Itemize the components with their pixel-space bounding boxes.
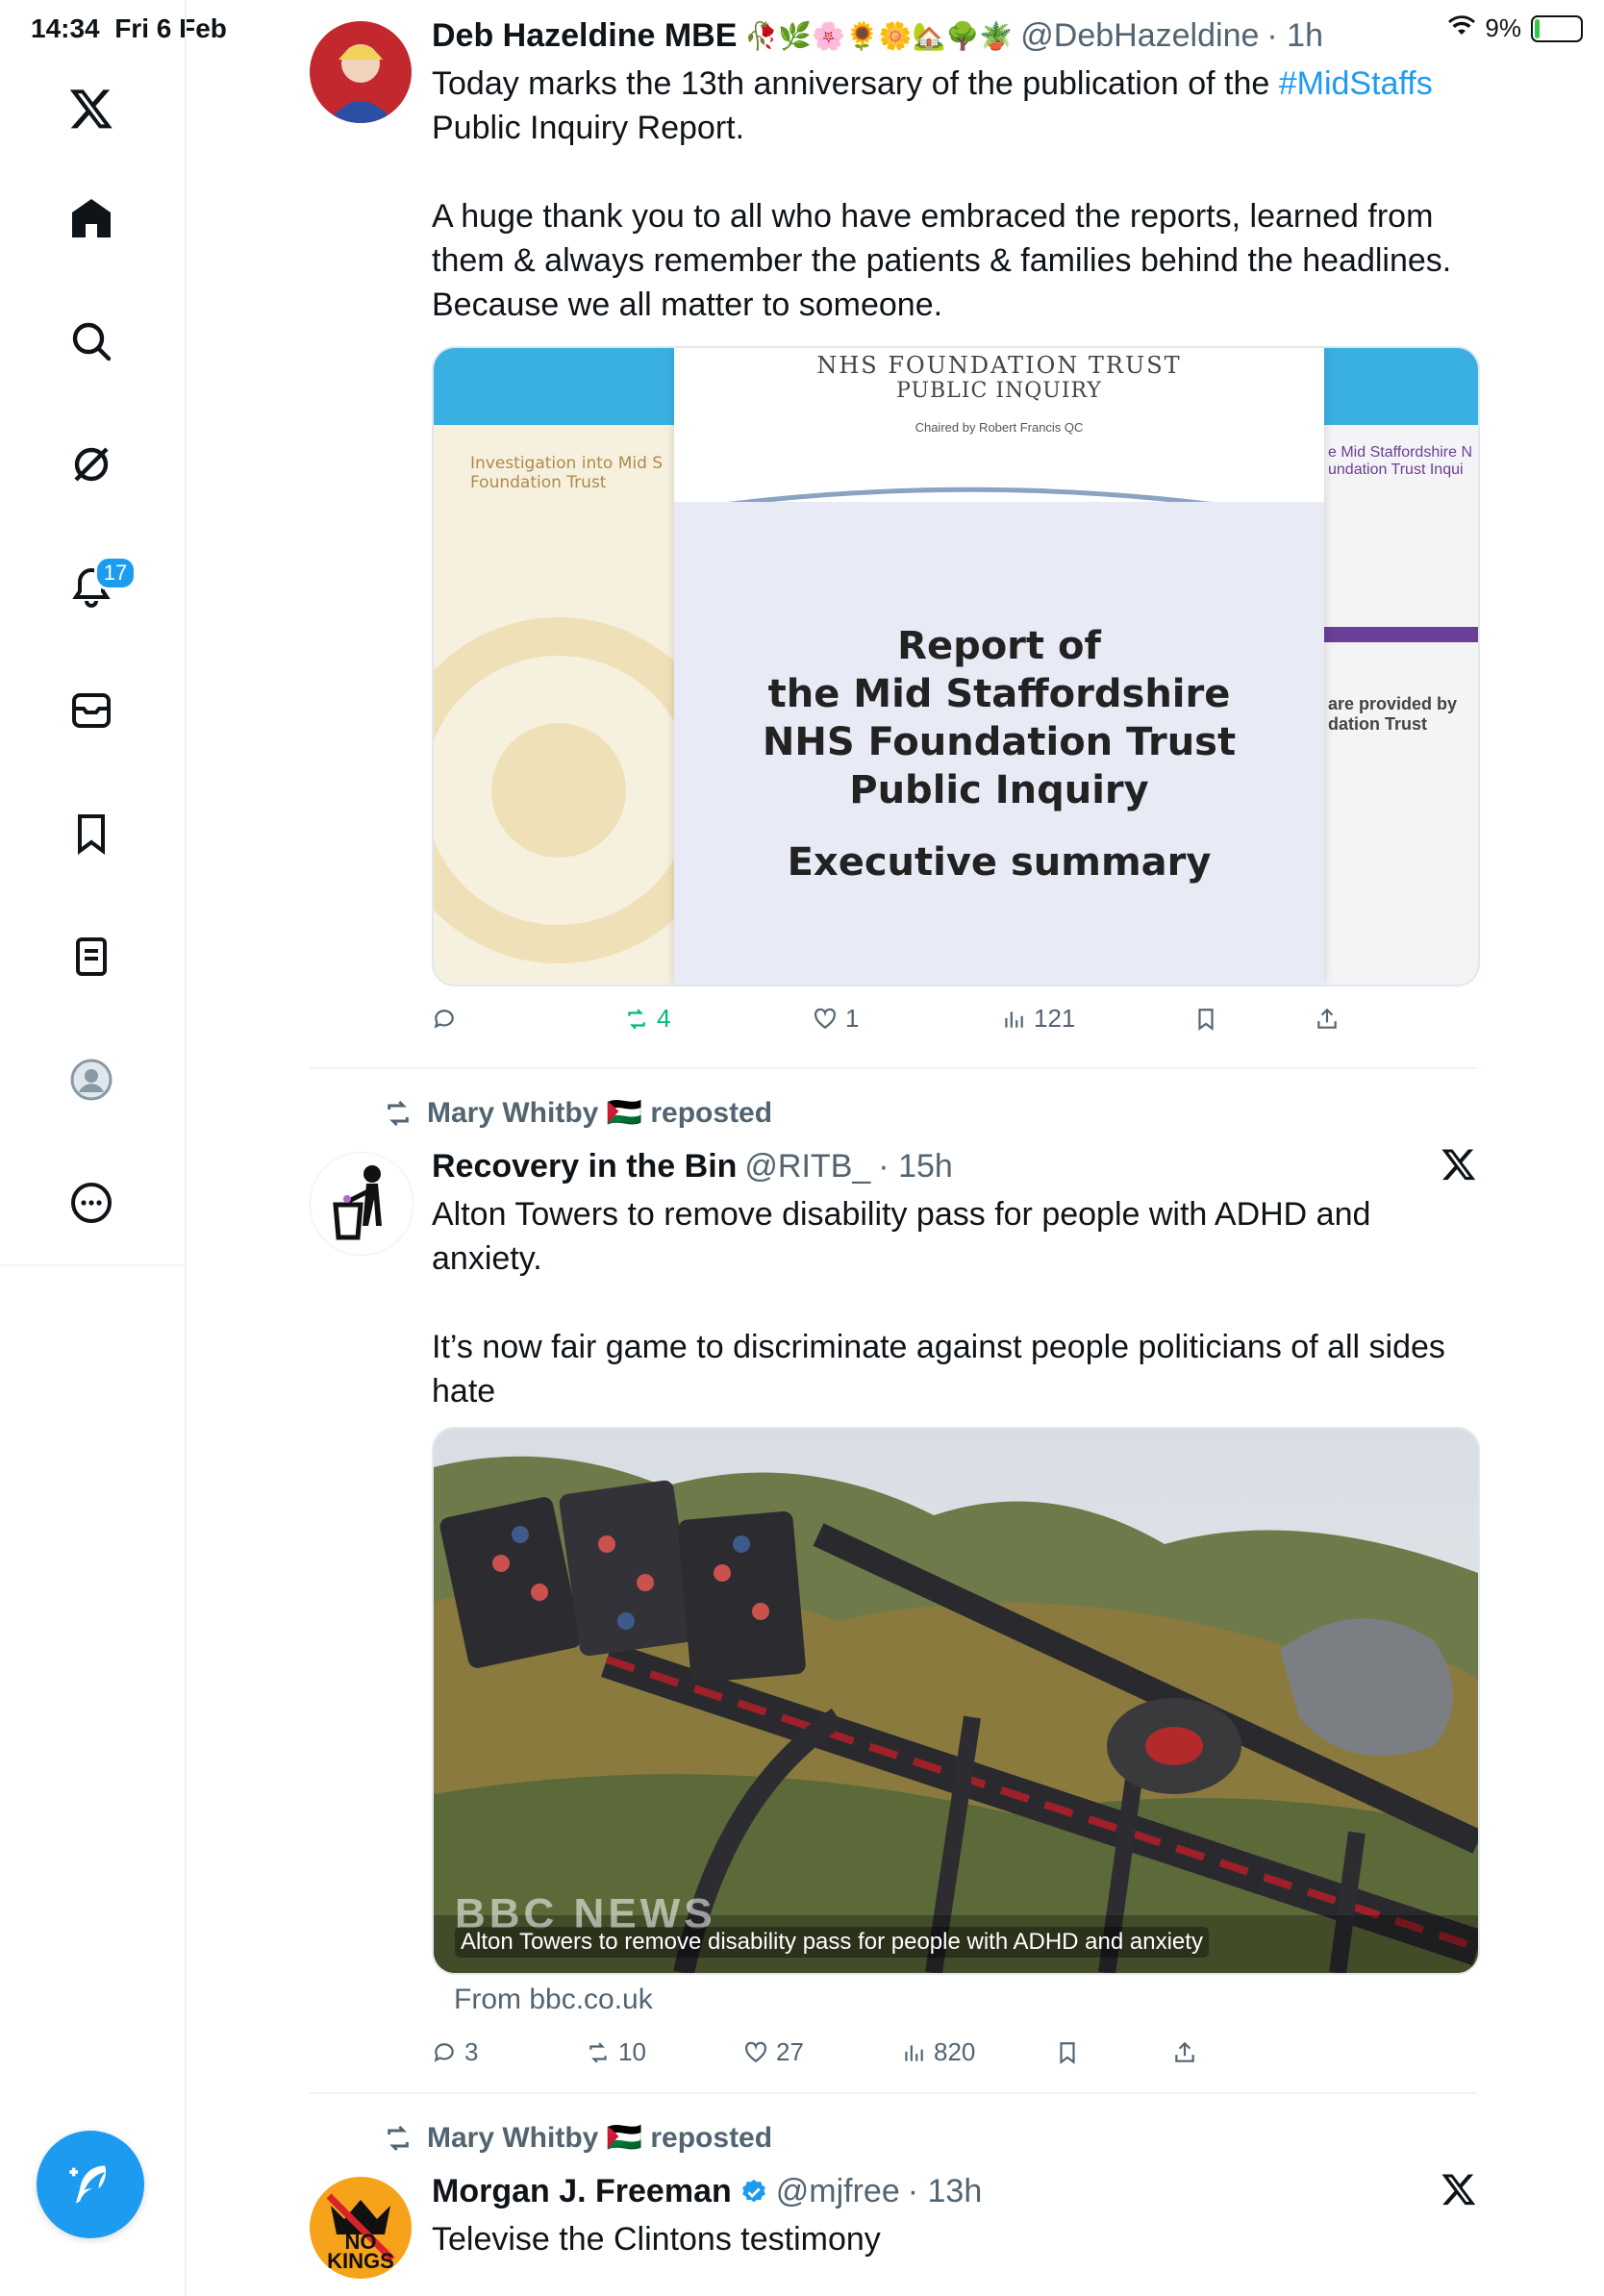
x-source-icon <box>1441 2171 1477 2217</box>
heart-icon <box>815 1008 836 1029</box>
views-button[interactable]: 820 <box>901 2037 1055 2067</box>
views-button[interactable]: 121 <box>1001 1004 1193 1034</box>
home-icon[interactable] <box>63 190 119 246</box>
search-icon[interactable] <box>63 313 119 369</box>
repost-icon <box>589 2041 607 2063</box>
author-handle[interactable]: @mjfree <box>776 2173 900 2210</box>
center-cover: NHS FOUNDATION TRUST PUBLIC INQUIRY Chai… <box>674 348 1324 985</box>
verified-badge-icon <box>741 2179 765 2202</box>
tweet-text: Alton Towers to remove disability pass f… <box>432 1196 1445 1410</box>
wifi-icon <box>1448 13 1476 43</box>
tweet-actions: 4 1 121 <box>432 1004 1393 1034</box>
sidebar-divider <box>0 1264 185 1266</box>
right-cover: e Mid Staffordshire N undation Trust Inq… <box>1324 348 1478 985</box>
repost-icon <box>388 2125 409 2151</box>
reply-button[interactable] <box>432 1004 624 1034</box>
tweet-divider <box>310 1067 1477 1069</box>
author-handle[interactable]: @DebHazeldine <box>1020 17 1259 55</box>
views-chart-icon <box>1005 1011 1023 1028</box>
share-button[interactable] <box>1172 2037 1197 2067</box>
tweet-header: Recovery in the Bin @RITB_ · 15h <box>432 1148 953 1185</box>
author-name[interactable]: Morgan J. Freeman <box>432 2173 732 2210</box>
avatar[interactable]: NO KINGS <box>310 2177 412 2279</box>
battery-percent: 9% <box>1485 13 1521 42</box>
reply-icon <box>434 2042 454 2062</box>
compose-feather-icon <box>69 2165 106 2204</box>
tweet-text: Televise the Clintons testimony <box>432 2221 881 2258</box>
compose-post-button[interactable] <box>37 2131 144 2238</box>
tweet-time[interactable]: · 13h <box>908 2173 983 2210</box>
lists-icon[interactable] <box>63 929 119 985</box>
bookmarks-icon[interactable] <box>63 806 119 861</box>
profile-avatar-icon[interactable] <box>63 1052 119 1108</box>
like-button[interactable]: 1 <box>813 1004 1001 1034</box>
x-logo-icon[interactable] <box>63 81 119 137</box>
reposted-by[interactable]: Mary Whitby 🇵🇸 reposted <box>383 2121 772 2155</box>
like-button[interactable]: 27 <box>743 2037 901 2067</box>
avatar[interactable] <box>310 21 412 123</box>
tweet-time[interactable]: · 1h <box>1266 17 1323 55</box>
sidebar: 17 <box>0 0 187 2296</box>
views-chart-icon <box>905 2044 923 2061</box>
card-caption: Alton Towers to remove disability pass f… <box>455 1927 1209 1958</box>
tweet-header: Deb Hazeldine MBE 🥀🌿🌸🌻🌼🏡🌳🪴 @DebHazeldine… <box>432 17 1323 55</box>
repost-button[interactable]: 4 <box>624 1004 813 1034</box>
reposted-by[interactable]: Mary Whitby 🇵🇸 reposted <box>383 1096 772 1130</box>
repost-button[interactable]: 10 <box>586 2037 743 2067</box>
author-handle[interactable]: @RITB_ <box>744 1148 870 1185</box>
repost-icon <box>388 1100 409 1126</box>
notifications-badge: 17 <box>94 556 137 590</box>
share-icon <box>1175 2041 1194 2062</box>
share-icon <box>1317 1008 1337 1029</box>
card-source[interactable]: From bbc.co.uk <box>454 1984 653 2016</box>
author-emojis: 🥀🌿🌸🌻🌼🏡🌳🪴 <box>744 21 1014 51</box>
tweet-actions: 3 10 27 820 <box>432 2037 1393 2067</box>
tweet-header: Morgan J. Freeman @mjfree · 13h <box>432 2173 982 2210</box>
tweet-text: Today marks the 13th anniversary of the … <box>432 65 1452 323</box>
repost-icon <box>628 1008 645 1030</box>
author-name[interactable]: Recovery in the Bin <box>432 1148 737 1185</box>
reply-icon <box>434 1009 454 1029</box>
report-title: Report of the Mid Staffordshire NHS Foun… <box>762 624 1237 812</box>
no-kings-text: NO KINGS <box>327 2230 394 2273</box>
more-icon[interactable] <box>63 1175 119 1231</box>
grok-icon[interactable] <box>63 437 119 492</box>
share-button[interactable] <box>1315 1004 1340 1034</box>
tweet-divider <box>310 2092 1477 2094</box>
messages-icon[interactable] <box>63 683 119 738</box>
author-name[interactable]: Deb Hazeldine MBE <box>432 17 737 55</box>
bookmark-button[interactable] <box>1193 1004 1315 1034</box>
bookmark-button[interactable] <box>1055 2037 1172 2067</box>
status-right: 9% <box>1448 13 1583 43</box>
battery-icon <box>1531 14 1583 42</box>
link-card-bbc[interactable]: BBC NEWS Alton Towers to remove disabili… <box>432 1427 1480 1975</box>
reply-button[interactable]: 3 <box>432 2037 586 2067</box>
heart-icon <box>745 2041 766 2062</box>
bookmark-icon <box>1198 1008 1214 1031</box>
bookmark-icon <box>1060 2041 1075 2064</box>
executive-summary: Executive summary <box>787 840 1212 885</box>
avatar[interactable] <box>310 1152 414 1256</box>
tweet-time[interactable]: · 15h <box>878 1148 953 1185</box>
x-source-icon <box>1441 1146 1477 1192</box>
left-cover: Investigation into Mid S Foundation Trus… <box>434 348 684 985</box>
tweet-image-report[interactable]: Investigation into Mid S Foundation Trus… <box>432 346 1480 986</box>
hashtag-link[interactable]: #MidStaffs <box>1279 65 1433 102</box>
